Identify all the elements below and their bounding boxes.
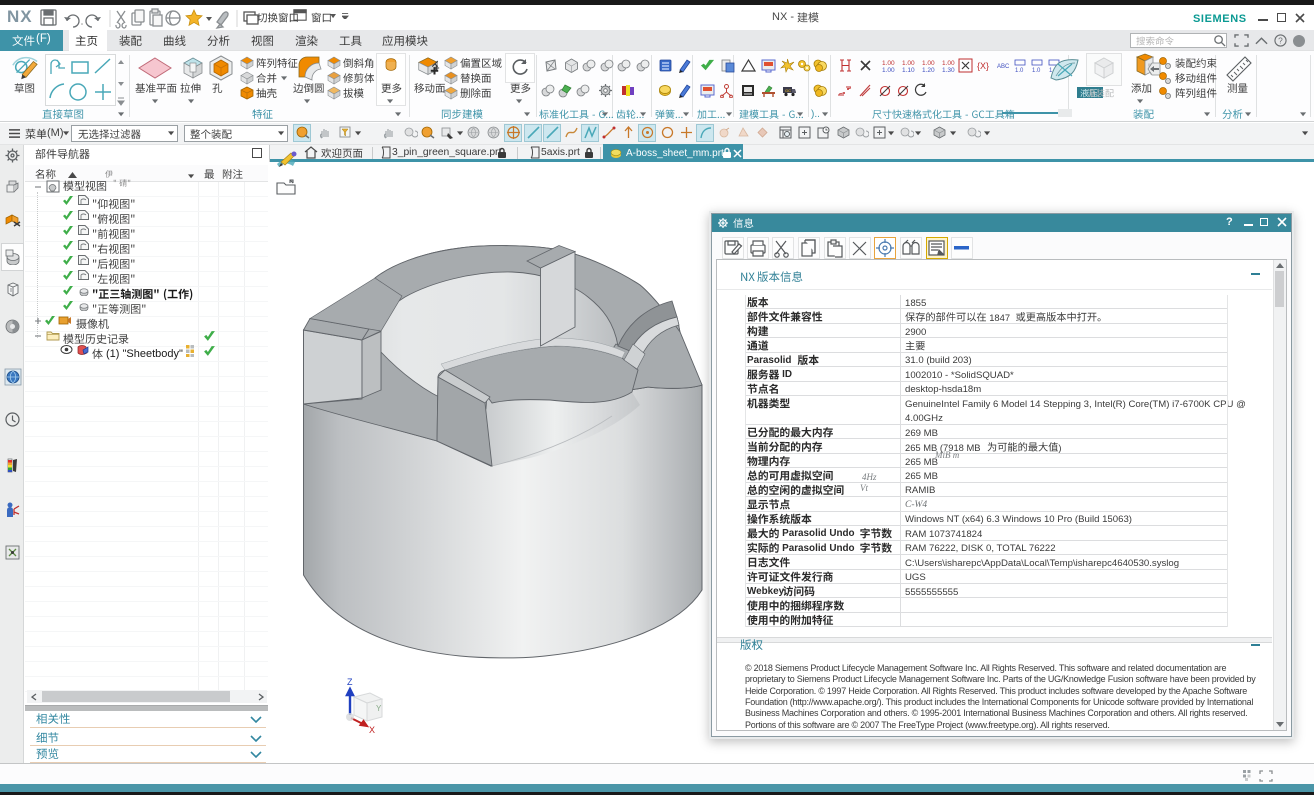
svg-text:1.00: 1.00	[882, 67, 895, 74]
svg-text:1.00: 1.00	[902, 60, 915, 67]
svg-text:{X}: {X}	[977, 61, 989, 71]
svg-text:1.00: 1.00	[882, 60, 895, 67]
svg-text:Z: Z	[347, 677, 353, 687]
svg-text:1.00: 1.00	[922, 60, 935, 67]
svg-text:1.20: 1.20	[922, 67, 935, 74]
svg-text:1.30: 1.30	[942, 67, 955, 74]
svg-text:GC: GC	[785, 88, 791, 93]
svg-text:1.0: 1.0	[1015, 68, 1024, 74]
svg-text:?: ?	[1278, 35, 1283, 45]
svg-text:X: X	[369, 725, 375, 735]
svg-text:1.0: 1.0	[1032, 68, 1041, 74]
svg-text:ABC: ABC	[997, 64, 1010, 70]
svg-text:Y: Y	[376, 704, 382, 713]
svg-text:1.00: 1.00	[942, 60, 955, 67]
svg-text:1.10: 1.10	[902, 67, 915, 74]
